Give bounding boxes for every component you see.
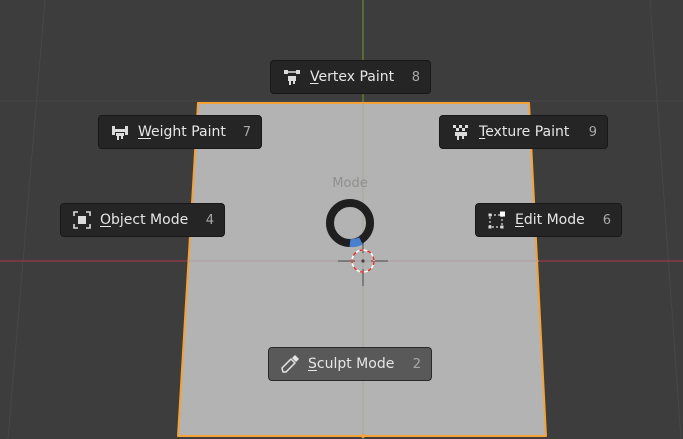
- weight-paint-icon: [109, 121, 131, 143]
- texture-paint-button[interactable]: Texture Paint 9: [439, 115, 608, 149]
- pie-menu-title: Mode: [332, 176, 368, 191]
- vertex-paint-shortcut: 8: [411, 69, 420, 85]
- edit-mode-icon: [486, 209, 508, 231]
- sculpt-mode-label: Sculpt Mode: [308, 356, 395, 372]
- texture-paint-shortcut: 9: [588, 124, 597, 140]
- object-mode-shortcut: 4: [205, 212, 214, 228]
- edit-mode-label: Edit Mode: [515, 212, 585, 228]
- weight-paint-button[interactable]: Weight Paint 7: [98, 115, 262, 149]
- texture-paint-label: Texture Paint: [479, 124, 570, 140]
- object-mode-label: Object Mode: [100, 212, 189, 228]
- pie-direction-indicator: [326, 199, 374, 248]
- pie-direction-highlight: [349, 237, 363, 248]
- selected-plane[interactable]: [177, 102, 547, 437]
- edit-mode-shortcut: 6: [602, 212, 611, 228]
- object-mode-button[interactable]: Object Mode 4: [60, 203, 225, 237]
- object-mode-icon: [71, 209, 93, 231]
- weight-paint-shortcut: 7: [242, 124, 251, 140]
- edit-mode-button[interactable]: Edit Mode 6: [475, 203, 622, 237]
- sculpt-mode-shortcut: 2: [412, 356, 421, 372]
- vertex-paint-icon: [281, 66, 303, 88]
- 3d-viewport[interactable]: Mode Vertex Paint 8 Weight Paint 7 Textu…: [0, 0, 683, 439]
- texture-paint-icon: [450, 121, 472, 143]
- vertex-paint-label: Vertex Paint: [310, 69, 395, 85]
- object-origin-dot: [361, 434, 365, 438]
- sculpt-mode-icon: [279, 353, 301, 375]
- vertex-paint-button[interactable]: Vertex Paint 8: [270, 60, 431, 94]
- weight-paint-label: Weight Paint: [138, 124, 226, 140]
- sculpt-mode-button[interactable]: Sculpt Mode 2: [268, 347, 432, 381]
